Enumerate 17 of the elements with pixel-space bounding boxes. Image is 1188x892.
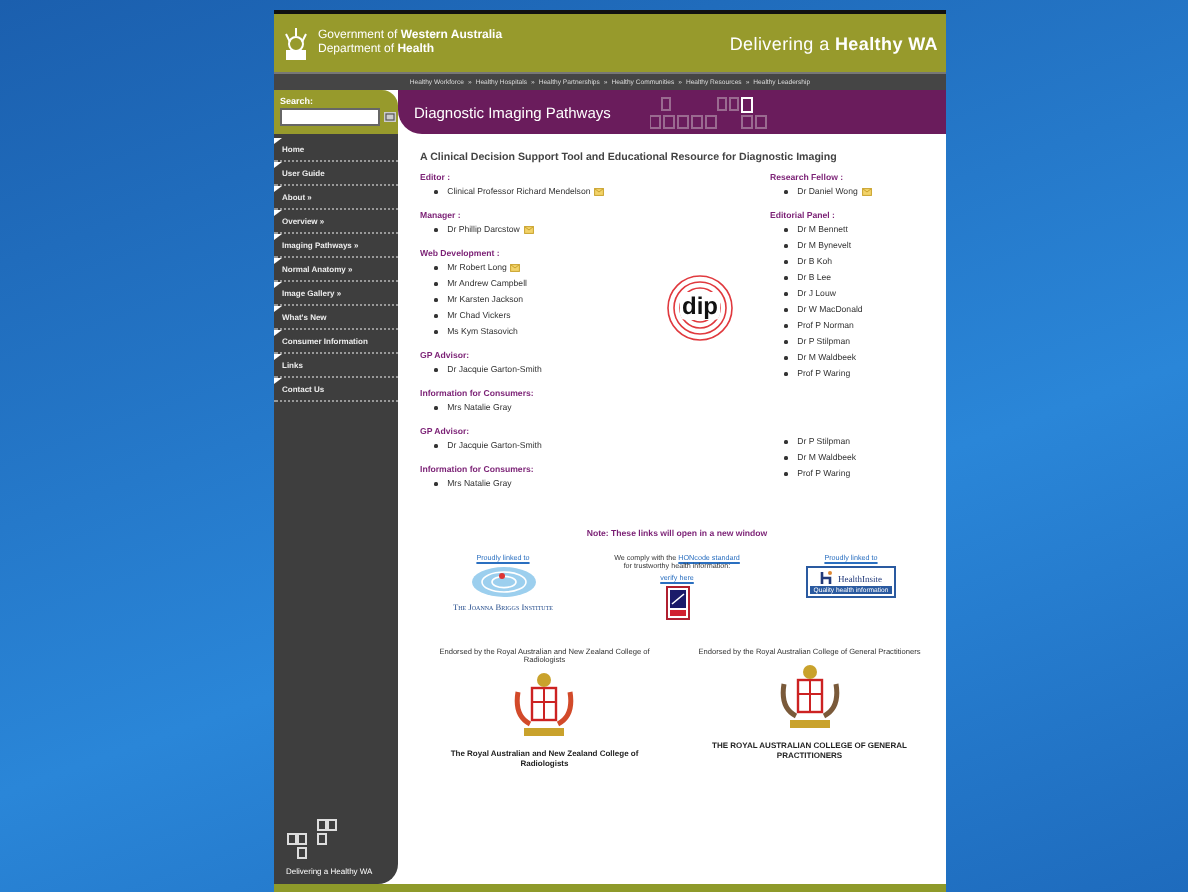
envelope-icon[interactable] [523,226,534,234]
logo-text: dip [680,292,720,320]
envelope-icon[interactable] [510,264,521,272]
search-button[interactable] [384,112,396,122]
crest-icon [282,25,310,61]
go-icon [384,112,396,122]
tagline: Delivering a Healthy WA [729,33,938,53]
coat-of-arms-icon [514,672,575,740]
ripple-logo-icon [469,566,537,598]
coat-of-arms-icon [779,664,840,732]
envelope-icon[interactable] [861,188,872,196]
h-letter-icon [819,570,834,586]
search-field[interactable] [280,108,380,126]
certificate-seal-icon [665,586,689,620]
envelope-icon[interactable] [594,188,605,196]
target-rings-icon [666,274,734,342]
squares-logo-icon [286,818,338,862]
